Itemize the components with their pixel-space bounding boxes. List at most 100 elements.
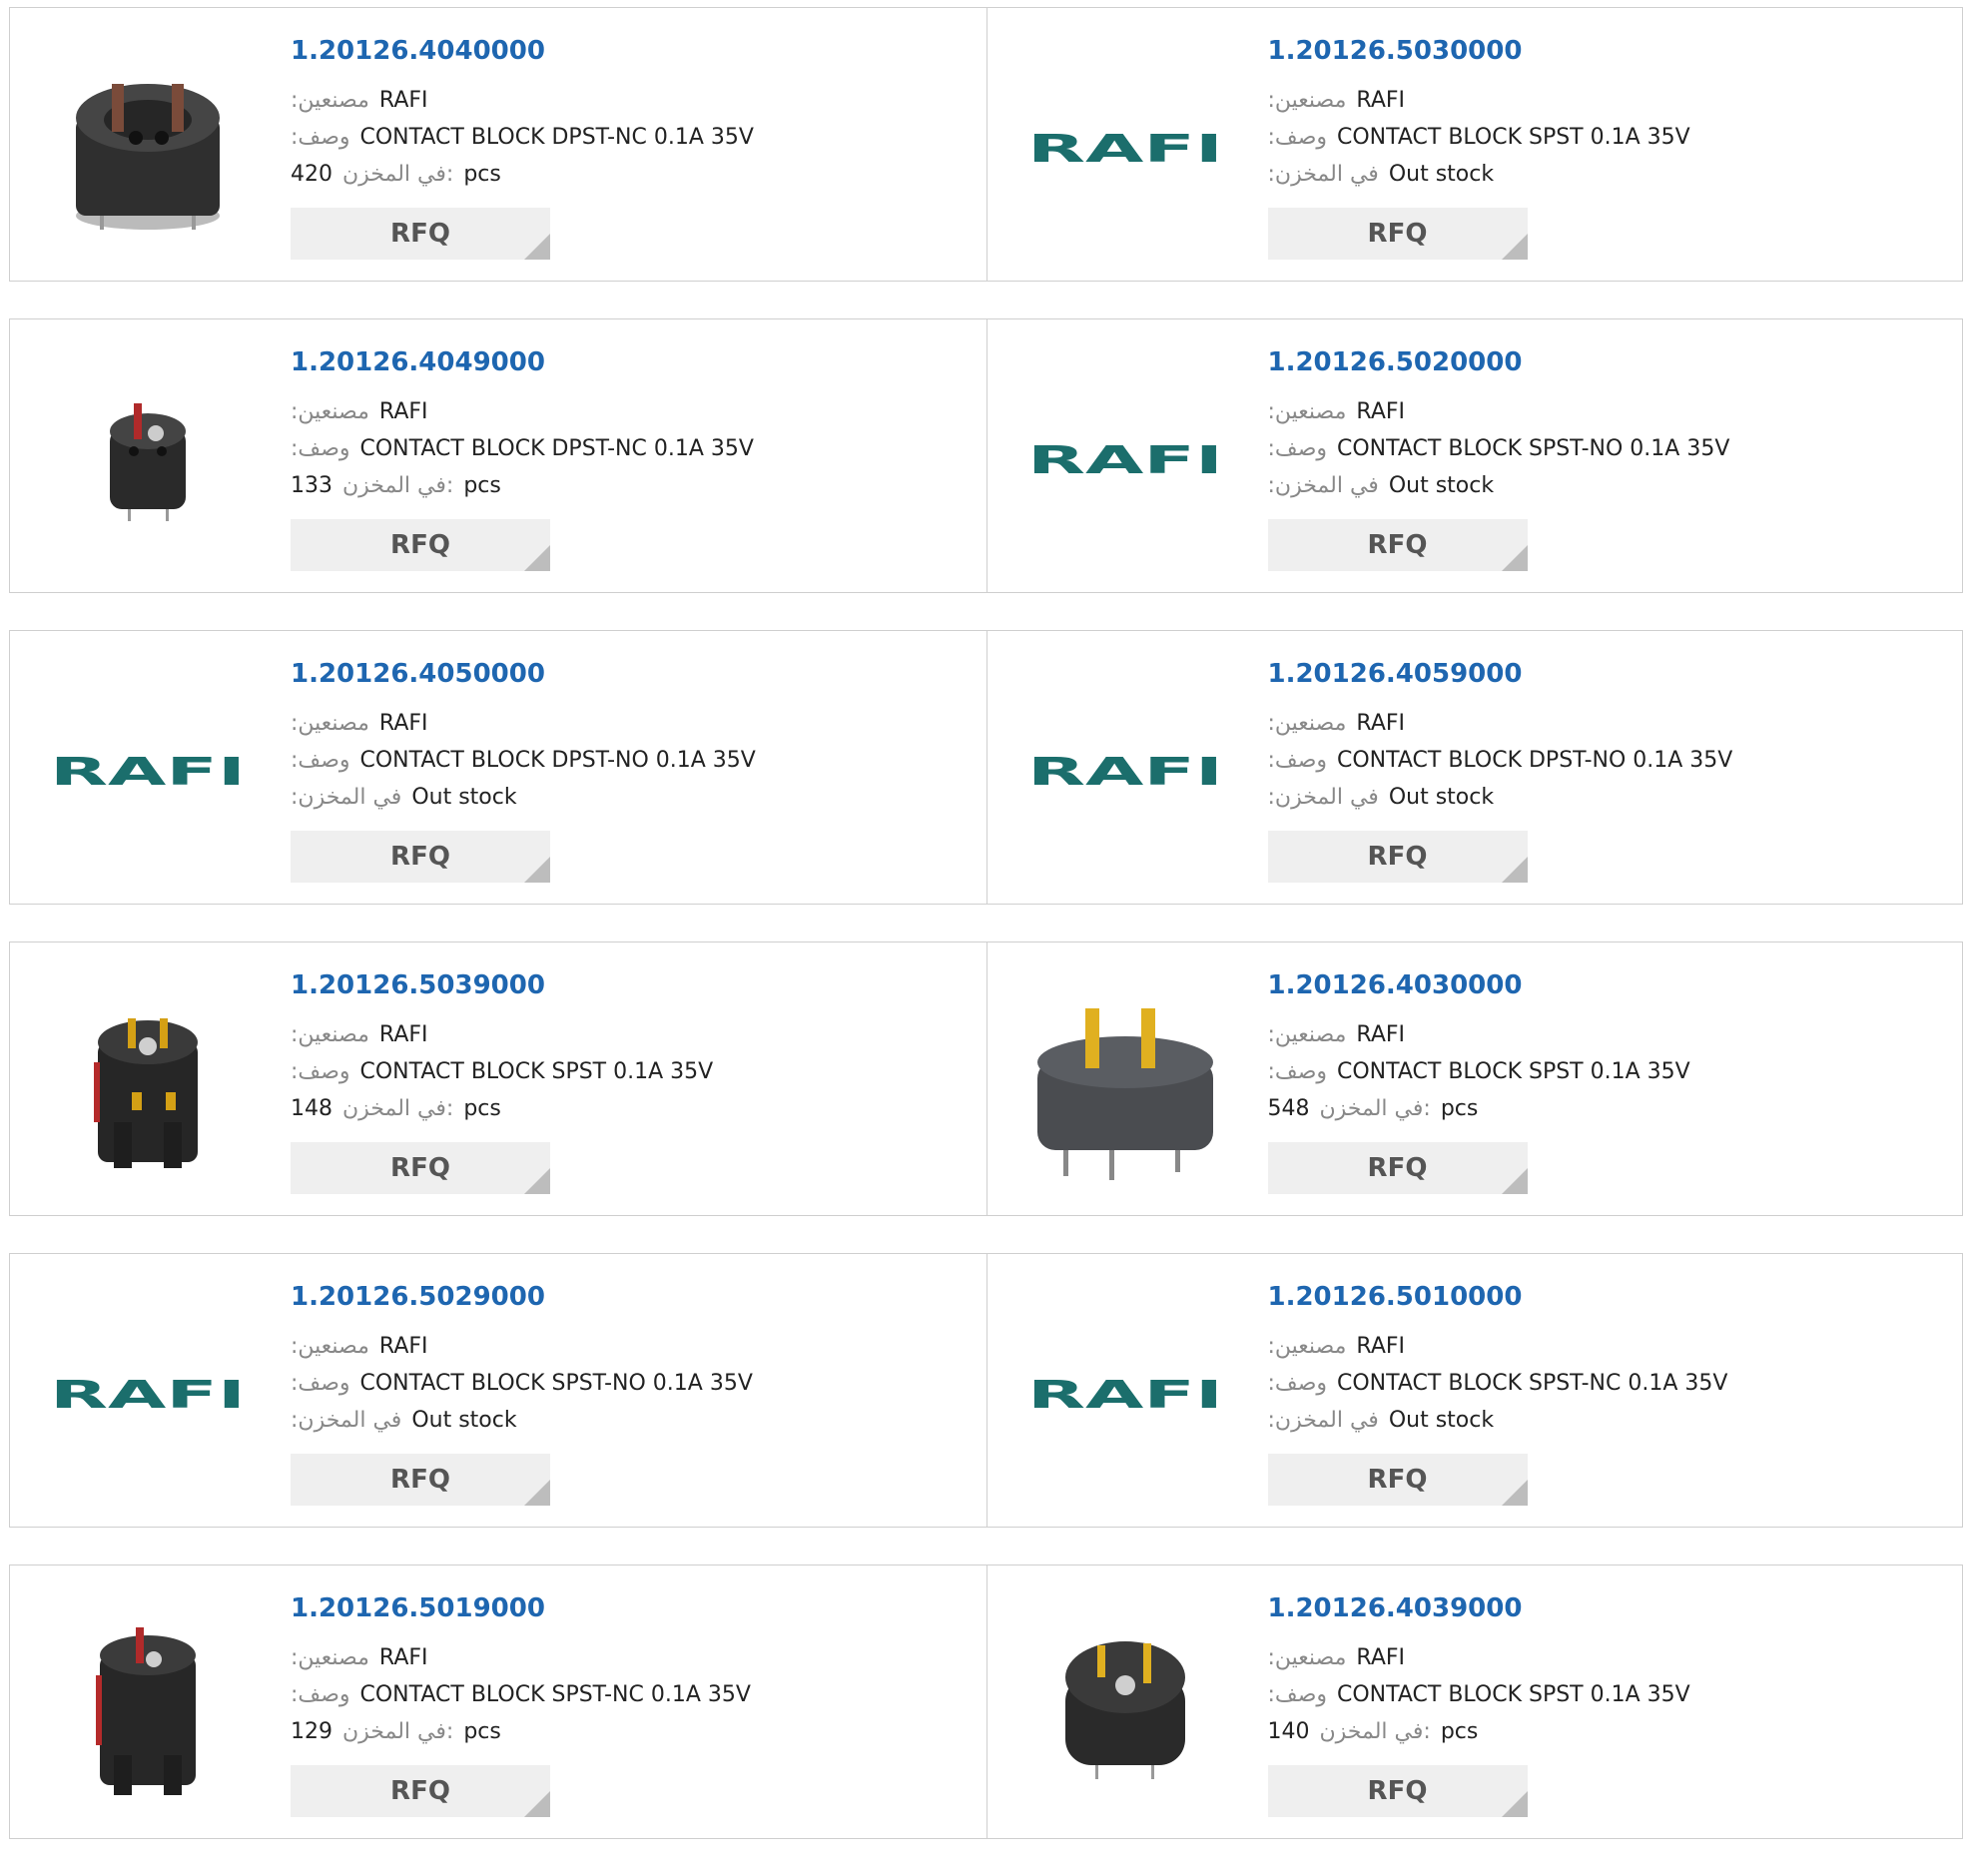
description-value: CONTACT BLOCK SPST 0.1A 35V xyxy=(1337,1059,1690,1084)
stock-label: :في المخزن xyxy=(291,1408,402,1433)
description-label: :وصف xyxy=(1267,1682,1328,1707)
product-image[interactable] xyxy=(46,357,250,561)
manufacturer-line: :مصنعين RAFI xyxy=(291,399,428,424)
product-card: RAFI 1.20126.5020000 :مصنعين RAFI :وصف CON… xyxy=(985,319,1963,592)
product-row: 1.20126.5039000 :مصنعين RAFI :وصف CONTACT … xyxy=(9,941,1963,1216)
product-card: RAFI 1.20126.4050000 :مصنعين RAFI :وصف CON… xyxy=(10,631,986,904)
stock-quantity: 148 xyxy=(291,1096,332,1121)
stock-status: Out stock xyxy=(411,785,517,810)
product-image[interactable] xyxy=(46,980,250,1184)
stock-unit: pcs xyxy=(1440,1719,1479,1744)
rfq-button[interactable]: RFQ xyxy=(291,208,550,260)
part-number-link[interactable]: 1.20126.5010000 xyxy=(1268,1282,1523,1312)
rfq-button[interactable]: RFQ xyxy=(1267,1765,1528,1817)
stock-line: 420 في المخزن: pcs xyxy=(291,162,501,187)
product-card: 1.20126.5019000 :مصنعين RAFI :وصف CONTACT … xyxy=(10,1565,986,1838)
part-number-link[interactable]: 1.20126.4040000 xyxy=(291,36,545,66)
manufacturer-value: RAFI xyxy=(378,711,428,736)
rfq-button[interactable]: RFQ xyxy=(291,1765,550,1817)
part-number-link[interactable]: 1.20126.4049000 xyxy=(291,347,545,377)
stock-status: Out stock xyxy=(1388,162,1495,187)
stock-label: في المخزن: xyxy=(342,1719,454,1744)
svg-text:RAFI: RAFI xyxy=(1027,1374,1223,1414)
part-number-link[interactable]: 1.20126.4030000 xyxy=(1268,970,1523,1000)
product-image[interactable] xyxy=(1023,980,1227,1184)
stock-unit: pcs xyxy=(463,1719,501,1744)
product-image[interactable]: RAFI xyxy=(1023,669,1227,873)
manufacturer-value: RAFI xyxy=(1356,399,1406,424)
product-image[interactable] xyxy=(46,1603,250,1807)
product-image[interactable] xyxy=(46,46,250,250)
rfq-button[interactable]: RFQ xyxy=(291,519,550,571)
stock-status: Out stock xyxy=(411,1408,517,1433)
rfq-label: RFQ xyxy=(1367,1465,1428,1495)
product-row: RAFI 1.20126.4050000 :مصنعين RAFI :وصف CON… xyxy=(9,630,1963,905)
product-card: 1.20126.4039000 :مصنعين RAFI :وصف CONTACT … xyxy=(985,1565,1963,1838)
part-number-link[interactable]: 1.20126.5020000 xyxy=(1268,347,1523,377)
part-number-link[interactable]: 1.20126.4039000 xyxy=(1268,1593,1523,1623)
product-image[interactable]: RAFI xyxy=(46,1292,250,1496)
product-row: 1.20126.4040000 :مصنعين RAFI :وصف CONTACT … xyxy=(9,7,1963,282)
product-card: RAFI 1.20126.4059000 :مصنعين RAFI :وصف CON… xyxy=(985,631,1963,904)
manufacturer-line: :مصنعين RAFI xyxy=(1268,711,1406,736)
rfq-button[interactable]: RFQ xyxy=(291,831,550,883)
description-line: :وصف CONTACT BLOCK SPST 0.1A 35V xyxy=(1268,1059,1690,1084)
manufacturer-label: :مصنعين xyxy=(291,1645,369,1670)
description-value: CONTACT BLOCK SPST 0.1A 35V xyxy=(1337,1682,1690,1707)
stock-label: :في المخزن xyxy=(1267,473,1379,498)
rfq-button[interactable]: RFQ xyxy=(1267,831,1528,883)
rfq-button[interactable]: RFQ xyxy=(1267,1454,1528,1506)
manufacturer-line: :مصنعين RAFI xyxy=(291,711,428,736)
manufacturer-label: :مصنعين xyxy=(1267,399,1347,424)
stock-unit: pcs xyxy=(463,473,501,498)
manufacturer-value: RAFI xyxy=(1356,1022,1406,1047)
rfq-button[interactable]: RFQ xyxy=(291,1142,550,1194)
rfq-button[interactable]: RFQ xyxy=(291,1454,550,1506)
manufacturer-label: :مصنعين xyxy=(1267,1022,1347,1047)
part-number-link[interactable]: 1.20126.4050000 xyxy=(291,659,545,689)
manufacturer-line: :مصنعين RAFI xyxy=(291,1022,428,1047)
description-value: CONTACT BLOCK SPST 0.1A 35V xyxy=(1337,125,1690,150)
product-image[interactable]: RAFI xyxy=(1023,1292,1227,1496)
manufacturer-value: RAFI xyxy=(1356,1645,1406,1670)
svg-text:RAFI: RAFI xyxy=(50,751,246,791)
part-number-link[interactable]: 1.20126.5030000 xyxy=(1268,36,1523,66)
product-image[interactable]: RAFI xyxy=(46,669,250,873)
description-value: CONTACT BLOCK SPST-NC 0.1A 35V xyxy=(1337,1371,1728,1396)
product-card: 1.20126.4040000 :مصنعين RAFI :وصف CONTACT … xyxy=(10,8,986,281)
description-label: :وصف xyxy=(1267,1059,1328,1084)
stock-label: في المخزن: xyxy=(342,1096,454,1121)
description-label: :وصف xyxy=(1267,1371,1328,1396)
manufacturer-line: :مصنعين RAFI xyxy=(291,1645,428,1670)
product-image[interactable]: RAFI xyxy=(1023,357,1227,561)
product-image[interactable] xyxy=(1023,1603,1227,1807)
part-number-link[interactable]: 1.20126.4059000 xyxy=(1268,659,1523,689)
part-number-link[interactable]: 1.20126.5029000 xyxy=(291,1282,545,1312)
product-row: RAFI 1.20126.5029000 :مصنعين RAFI :وصف CON… xyxy=(9,1253,1963,1528)
rfq-button[interactable]: RFQ xyxy=(1267,208,1528,260)
corner-triangle-icon xyxy=(524,1791,550,1817)
rfq-button[interactable]: RFQ xyxy=(1267,1142,1528,1194)
part-number-link[interactable]: 1.20126.5039000 xyxy=(291,970,545,1000)
description-value: CONTACT BLOCK SPST 0.1A 35V xyxy=(359,1059,714,1084)
stock-line: :في المخزن Out stock xyxy=(1268,162,1495,187)
corner-triangle-icon xyxy=(1501,1168,1528,1194)
corner-triangle-icon xyxy=(1501,1791,1528,1817)
stock-label: :في المخزن xyxy=(1267,785,1379,810)
description-label: :وصف xyxy=(291,125,350,150)
corner-triangle-icon xyxy=(1501,545,1528,571)
product-image[interactable]: RAFI xyxy=(1023,46,1227,250)
stock-quantity: 140 xyxy=(1267,1719,1310,1744)
rfq-label: RFQ xyxy=(390,842,450,872)
stock-label: في المخزن: xyxy=(1319,1719,1431,1744)
description-value: CONTACT BLOCK DPST-NC 0.1A 35V xyxy=(359,125,754,150)
rfq-label: RFQ xyxy=(1367,1776,1428,1806)
stock-label: في المخزن: xyxy=(342,162,454,187)
product-card: 1.20126.4049000 :مصنعين RAFI :وصف CONTACT … xyxy=(10,319,986,592)
product-card: RAFI 1.20126.5010000 :مصنعين RAFI :وصف CON… xyxy=(985,1254,1963,1527)
part-number-link[interactable]: 1.20126.5019000 xyxy=(291,1593,545,1623)
rfq-button[interactable]: RFQ xyxy=(1267,519,1528,571)
svg-text:RAFI: RAFI xyxy=(1027,128,1223,168)
rfq-label: RFQ xyxy=(390,1776,450,1806)
description-line: :وصف CONTACT BLOCK DPST-NC 0.1A 35V xyxy=(291,436,754,461)
